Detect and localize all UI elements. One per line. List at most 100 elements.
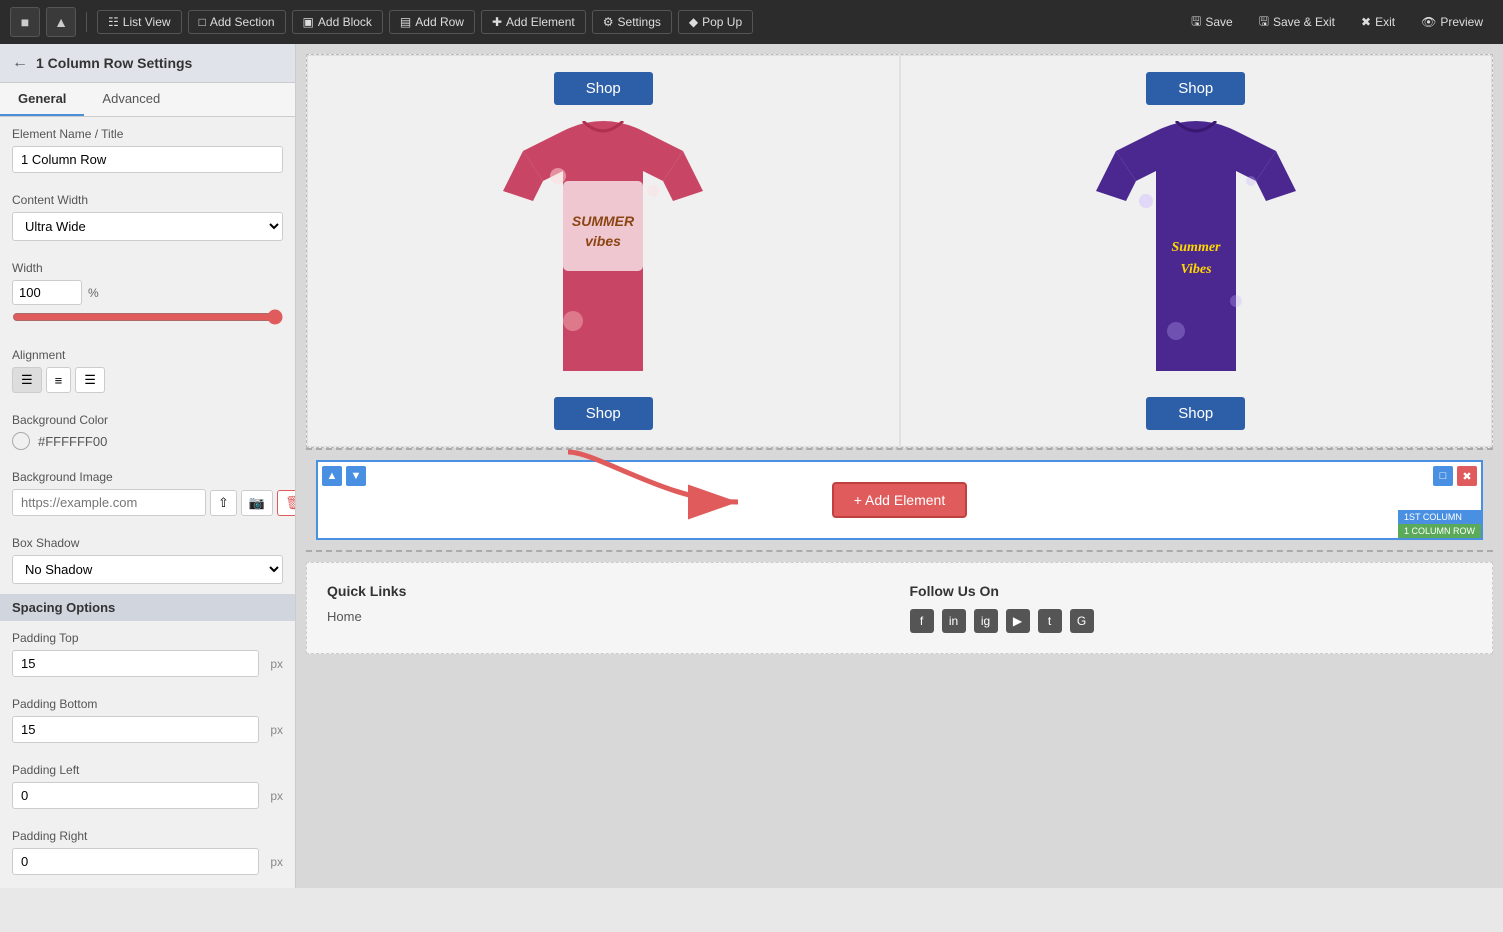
- add-element-canvas-btn[interactable]: + Add Element: [832, 482, 967, 518]
- exit-icon: ✖: [1361, 15, 1371, 29]
- bg-image-input[interactable]: [12, 489, 206, 516]
- list-icon: ☷: [108, 15, 119, 29]
- add-row-btn[interactable]: ▤ Add Row: [389, 10, 475, 34]
- row-copy-btn[interactable]: □: [1433, 466, 1453, 486]
- footer-section: Quick Links Home Follow Us On f in ig ▶ …: [306, 562, 1493, 654]
- padding-top-section: Padding Top px: [0, 621, 295, 687]
- shop-btn-3[interactable]: Shop: [554, 397, 653, 430]
- bg-image-delete-btn[interactable]: 🗑: [277, 490, 296, 516]
- padding-top-row: px: [12, 650, 283, 677]
- shop-btn-4[interactable]: Shop: [1146, 397, 1245, 430]
- padding-bottom-input[interactable]: [12, 716, 259, 743]
- box-shadow-section: Box Shadow No Shadow Light Medium Heavy: [0, 526, 295, 594]
- row-label-badges: 1ST COLUMN 1 COLUMN ROW: [1398, 510, 1481, 538]
- svg-text:SUMMER: SUMMER: [572, 213, 635, 229]
- tab-general[interactable]: General: [0, 83, 84, 116]
- linkedin-icon[interactable]: in: [942, 609, 966, 633]
- add-element-toolbar-btn[interactable]: ✚ Add Element: [481, 10, 586, 34]
- separator-1: [86, 12, 87, 32]
- content-width-select[interactable]: Ultra Wide Wide Normal Narrow: [12, 212, 283, 241]
- width-slider[interactable]: [12, 309, 283, 325]
- left-panel: ← 1 Column Row Settings General Advanced…: [0, 44, 296, 888]
- home-link[interactable]: Home: [327, 609, 890, 624]
- settings-btn[interactable]: ⚙ Settings: [592, 10, 672, 34]
- panel-back-btn[interactable]: ←: [12, 54, 28, 72]
- instagram-icon[interactable]: ig: [974, 609, 998, 633]
- canvas-area: Shop: [296, 44, 1503, 888]
- settings-label: Settings: [618, 15, 661, 29]
- add-block-btn[interactable]: ▣ Add Block: [292, 10, 383, 34]
- alignment-section: Alignment ☰ ≡ ☰: [0, 338, 295, 403]
- save-btn[interactable]: 🖫 Save: [1181, 8, 1243, 37]
- width-label: Width: [12, 261, 283, 275]
- padding-top-unit: px: [263, 657, 283, 671]
- add-element-toolbar-label: Add Element: [506, 15, 575, 29]
- toolbar-right: 🖫 Save 🖫 Save & Exit ✖ Exit 👁 Preview: [1181, 8, 1493, 37]
- svg-text:vibes: vibes: [585, 233, 621, 249]
- padding-right-input[interactable]: [12, 848, 259, 875]
- exit-btn[interactable]: ✖ Exit: [1351, 11, 1405, 33]
- element-name-input[interactable]: [12, 146, 283, 173]
- footer-quick-links: Quick Links Home: [327, 583, 890, 633]
- color-swatch[interactable]: [12, 432, 30, 450]
- dashed-border-wrapper: ▲ ▼ □ ✖: [306, 448, 1493, 552]
- alignment-buttons: ☰ ≡ ☰: [12, 367, 283, 393]
- footer-follow-us: Follow Us On f in ig ▶ t G: [910, 583, 1473, 633]
- popup-icon: ◆: [689, 15, 698, 29]
- settings-icon: ⚙: [603, 15, 614, 29]
- social-icons: f in ig ▶ t G: [910, 609, 1473, 633]
- width-row: %: [12, 280, 283, 305]
- align-left-btn[interactable]: ☰: [12, 367, 42, 393]
- padding-right-section: Padding Right px: [0, 819, 295, 885]
- page-content: Shop: [296, 44, 1503, 888]
- save-exit-btn[interactable]: 🖫 Save & Exit: [1249, 8, 1345, 37]
- padding-top-label: Padding Top: [12, 631, 283, 645]
- padding-left-input[interactable]: [12, 782, 259, 809]
- exit-label: Exit: [1375, 15, 1395, 29]
- bg-image-upload-btn[interactable]: ⇧: [210, 490, 237, 516]
- list-view-btn[interactable]: ☷ List View: [97, 10, 182, 34]
- padding-left-section: Padding Left px: [0, 753, 295, 819]
- tab-advanced[interactable]: Advanced: [84, 83, 178, 116]
- pink-shirt-container: SUMMER vibes: [503, 121, 703, 381]
- padding-bottom-row: px: [12, 716, 283, 743]
- width-input[interactable]: [12, 280, 82, 305]
- spacing-options-header: Spacing Options: [0, 594, 295, 621]
- twitter-icon[interactable]: t: [1038, 609, 1062, 633]
- padding-left-label: Padding Left: [12, 763, 283, 777]
- align-right-btn[interactable]: ☰: [75, 367, 105, 393]
- desktop-view-btn[interactable]: ■: [10, 7, 40, 37]
- padding-top-input[interactable]: [12, 650, 259, 677]
- row-move-down-btn[interactable]: ▼: [346, 466, 366, 486]
- bg-image-browse-btn[interactable]: 📷: [241, 490, 273, 516]
- row-delete-btn[interactable]: ✖: [1457, 466, 1477, 486]
- shop-btn-2[interactable]: Shop: [1146, 72, 1245, 105]
- svg-text:Summer: Summer: [1171, 240, 1221, 255]
- content-width-label: Content Width: [12, 193, 283, 207]
- add-element-icon: ✚: [492, 15, 502, 29]
- toolbar: ■ ▲ ☷ List View □ Add Section ▣ Add Bloc…: [0, 0, 1503, 44]
- facebook-icon[interactable]: f: [910, 609, 934, 633]
- google-icon[interactable]: G: [1070, 609, 1094, 633]
- preview-label: Preview: [1440, 15, 1483, 29]
- popup-btn[interactable]: ◆ Pop Up: [678, 10, 753, 34]
- product-cell-2: Shop: [900, 55, 1493, 447]
- box-shadow-select[interactable]: No Shadow Light Medium Heavy: [12, 555, 283, 584]
- list-view-label: List View: [123, 15, 171, 29]
- save-exit-icon: 🖫: [1259, 12, 1269, 33]
- bg-color-section: Background Color #FFFFFF00: [0, 403, 295, 460]
- follow-us-title: Follow Us On: [910, 583, 1473, 599]
- box-shadow-label: Box Shadow: [12, 536, 283, 550]
- add-block-label: Add Block: [318, 15, 372, 29]
- preview-btn[interactable]: 👁 Preview: [1411, 11, 1493, 33]
- align-center-btn[interactable]: ≡: [46, 367, 72, 393]
- save-exit-label: Save & Exit: [1273, 15, 1335, 29]
- shop-btn-1[interactable]: Shop: [554, 72, 653, 105]
- bg-image-label: Background Image: [12, 470, 283, 484]
- padding-right-row: px: [12, 848, 283, 875]
- row-move-up-btn[interactable]: ▲: [322, 466, 342, 486]
- add-section-btn[interactable]: □ Add Section: [188, 10, 286, 34]
- pink-shirt-svg: SUMMER vibes: [503, 121, 703, 381]
- mobile-view-btn[interactable]: ▲: [46, 7, 76, 37]
- youtube-icon[interactable]: ▶: [1006, 609, 1030, 633]
